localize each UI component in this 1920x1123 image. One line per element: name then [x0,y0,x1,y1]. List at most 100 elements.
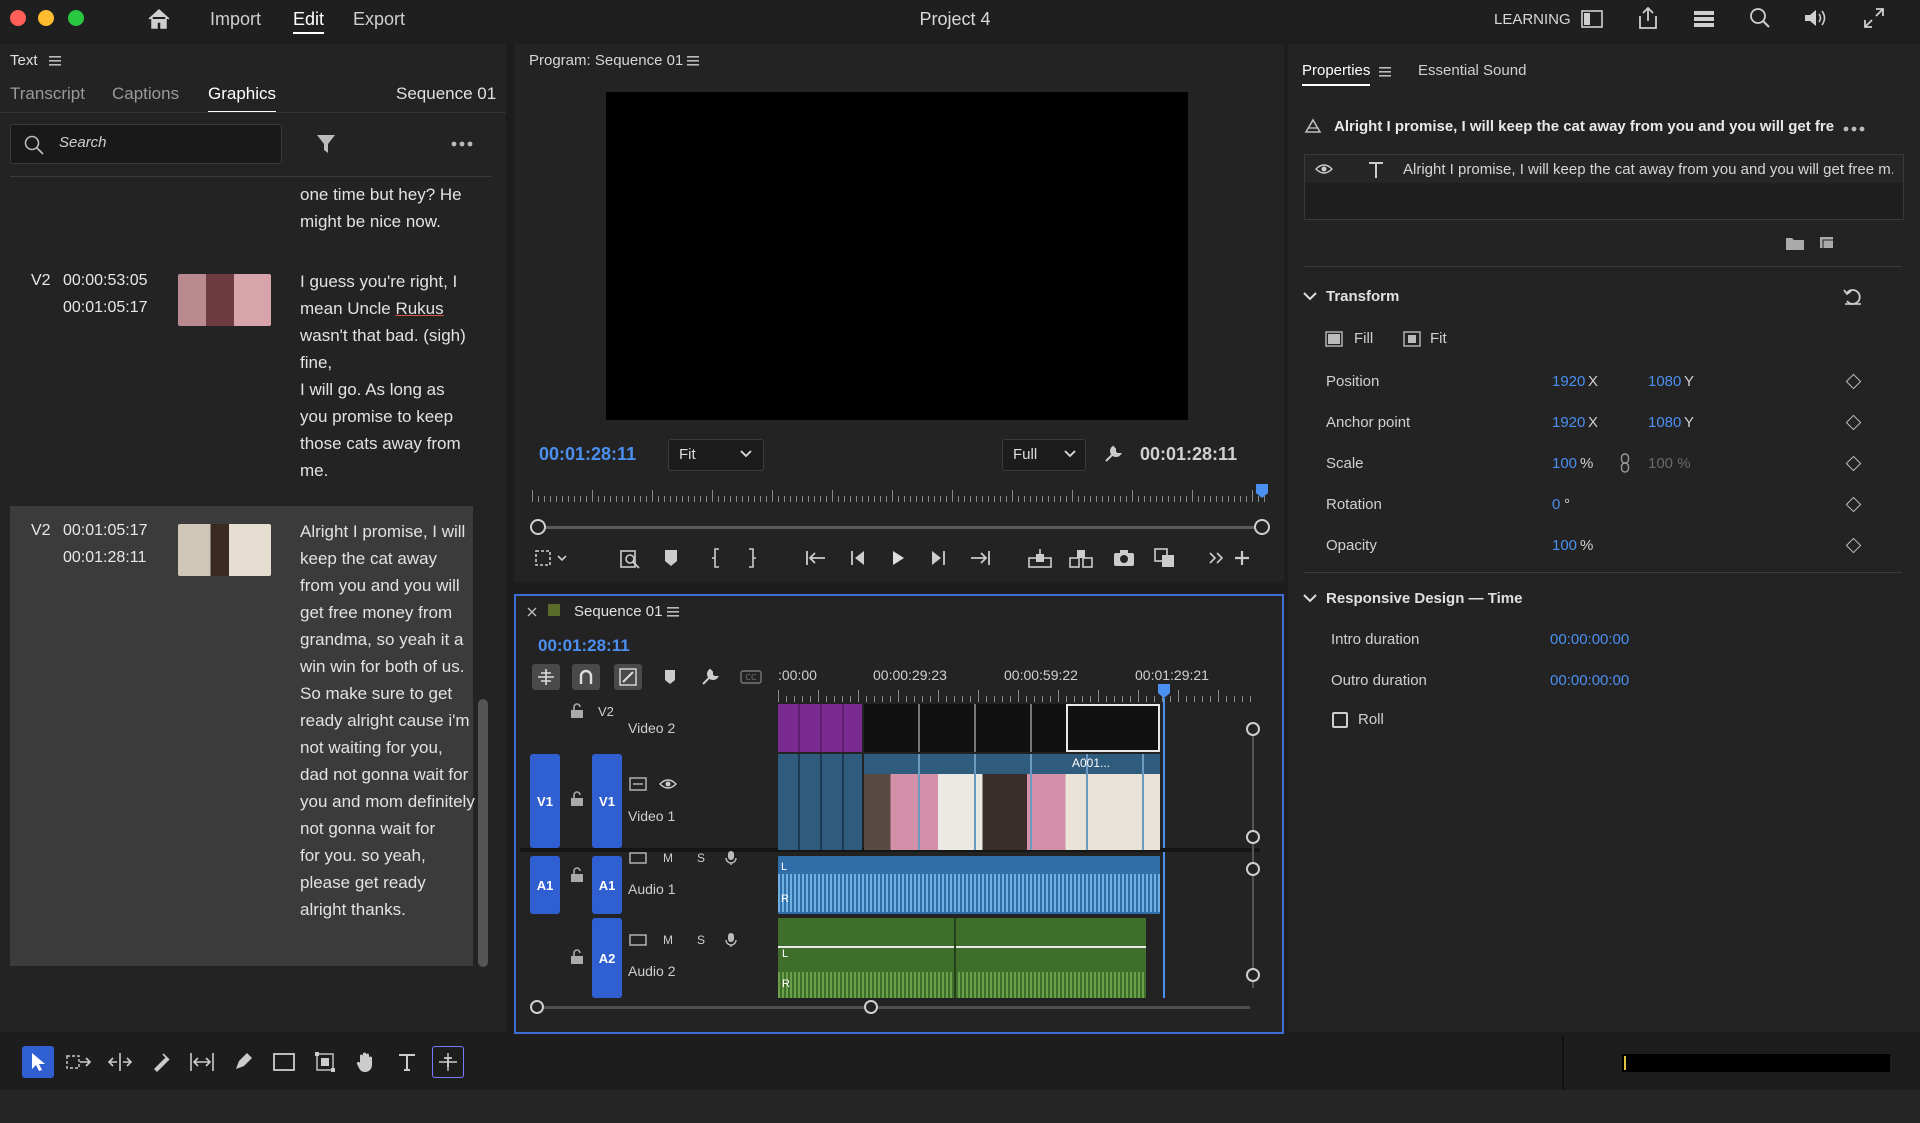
go-to-out-icon[interactable] [968,546,992,570]
clip-area[interactable]: A001... L R L R [778,702,1162,998]
tab-transcript[interactable]: Transcript [10,84,85,104]
insights-icon[interactable] [618,546,642,570]
go-to-in-icon[interactable] [804,546,828,570]
scroll-handle[interactable] [530,1000,544,1014]
out-timecode[interactable]: 00:01:05:17 [63,299,148,317]
responsive-design-heading[interactable]: Responsive Design — Time [1326,590,1522,607]
sync-lock-icon[interactable] [628,851,648,865]
misspelled-word[interactable]: Rukus [395,299,443,318]
pen-tool-icon[interactable] [227,1046,259,1078]
scroll-handle[interactable] [1246,968,1260,982]
sequence-tab[interactable]: Sequence 01 [574,603,662,620]
tab-graphics[interactable]: Graphics [208,84,277,113]
fullscreen-icon[interactable] [1862,6,1886,30]
button-editor-icon[interactable] [1230,546,1254,570]
audio-clip-a1[interactable] [778,856,1160,914]
selected-graphics-clip[interactable] [1066,704,1160,752]
video-clip[interactable] [864,754,1160,850]
sync-lock-icon[interactable] [628,933,648,947]
play-icon[interactable] [886,546,910,570]
volume-icon[interactable] [1802,6,1830,30]
quality-select[interactable]: Full [1002,439,1086,471]
tab-properties[interactable]: Properties [1302,62,1371,86]
horizontal-scrollbar[interactable] [538,1006,1250,1009]
scroll-handle[interactable] [1246,862,1260,876]
search-box[interactable]: Search [10,124,282,164]
caption-text-row-2[interactable]: Alright I promise, I will keep the cat a… [300,518,475,923]
captions-toggle-icon[interactable]: CC [738,666,764,688]
step-back-icon[interactable] [846,546,870,570]
track-select-tool-icon[interactable] [63,1046,95,1078]
track-target-a1[interactable]: A1 [592,856,622,914]
rectangle-tool-icon[interactable] [268,1046,300,1078]
anchor-x-value[interactable]: 1920 [1552,414,1585,431]
new-group-icon[interactable] [1784,234,1806,252]
mute-button[interactable]: M [663,933,673,947]
outro-duration-value[interactable]: 00:00:00:00 [1550,672,1629,689]
add-marker-icon[interactable] [660,666,680,688]
selection-tool-icon[interactable] [22,1046,54,1078]
track-target-v1[interactable]: V1 [592,754,622,848]
share-icon[interactable] [1636,5,1660,31]
chevron-down-icon[interactable] [1302,592,1318,604]
microphone-icon[interactable] [722,932,740,948]
video-clip[interactable] [778,754,862,850]
fill-frame-icon[interactable] [1324,330,1344,348]
tab-captions[interactable]: Captions [112,84,179,104]
more-options-icon[interactable] [450,137,474,151]
sync-lock-icon[interactable] [628,776,648,792]
step-forward-icon[interactable] [926,546,950,570]
position-y-value[interactable]: 1080 [1648,373,1681,390]
solo-button[interactable]: S [697,851,705,865]
lock-icon[interactable] [568,702,586,720]
in-timecode[interactable]: 00:00:53:05 [63,272,148,290]
zoom-handle-left[interactable] [530,519,546,535]
filter-icon[interactable] [314,132,338,156]
workspaces-icon[interactable] [1580,8,1604,30]
snap-icon[interactable] [572,664,600,690]
panel-menu-icon[interactable] [666,605,680,619]
mark-out-icon[interactable] [740,546,764,570]
comparison-view-icon[interactable] [1153,546,1177,570]
timeline-timecode[interactable]: 00:01:28:11 [538,636,630,656]
timeline-settings-icon[interactable] [698,666,722,688]
add-marker-icon[interactable] [659,546,683,570]
fill-label[interactable]: Fill [1354,330,1373,347]
monitor-time-ruler[interactable] [532,484,1265,502]
lock-icon[interactable] [568,866,586,884]
extract-icon[interactable] [1069,546,1093,570]
position-x-value[interactable]: 1920 [1552,373,1585,390]
linked-selection-icon[interactable] [614,664,642,690]
transform-tool-icon[interactable] [309,1046,341,1078]
safe-margins-icon[interactable] [534,546,570,570]
transform-heading[interactable]: Transform [1326,288,1399,305]
intro-duration-value[interactable]: 00:00:00:00 [1550,631,1629,648]
ripple-edit-tool-icon[interactable] [104,1046,136,1078]
track-target-a2[interactable]: A2 [592,918,622,998]
link-icon[interactable] [1618,452,1632,474]
zoom-handle-right[interactable] [1254,519,1270,535]
more-options-icon[interactable] [1842,124,1866,134]
vertical-type-tool-icon[interactable] [432,1046,464,1078]
zoom-scrollbar[interactable] [534,526,1268,529]
new-layer-icon[interactable] [1816,234,1838,252]
layer-text[interactable]: Alright I promise, I will keep the cat a… [1403,161,1893,178]
slip-tool-icon[interactable] [186,1046,218,1078]
audio-clip-a2[interactable] [778,918,1146,998]
video-preview[interactable] [606,92,1188,420]
roll-checkbox[interactable] [1332,712,1348,728]
razor-tool-icon[interactable] [145,1046,177,1078]
playhead-timecode[interactable]: 00:01:28:11 [539,444,636,465]
nest-sequence-icon[interactable] [532,664,560,690]
eye-icon[interactable] [658,776,678,792]
panel-menu-icon[interactable] [686,54,700,68]
source-patch-a1[interactable]: A1 [530,856,560,914]
scrollbar-thumb[interactable] [478,699,488,967]
caption-text-row-0[interactable]: one time but hey? He might be nice now. [300,181,470,235]
scroll-handle[interactable] [1246,722,1260,736]
hand-tool-icon[interactable] [350,1046,382,1078]
fit-label[interactable]: Fit [1430,330,1447,347]
reset-icon[interactable] [1842,286,1864,306]
more-buttons-icon[interactable] [1204,546,1228,570]
graphics-clip[interactable] [778,704,862,752]
